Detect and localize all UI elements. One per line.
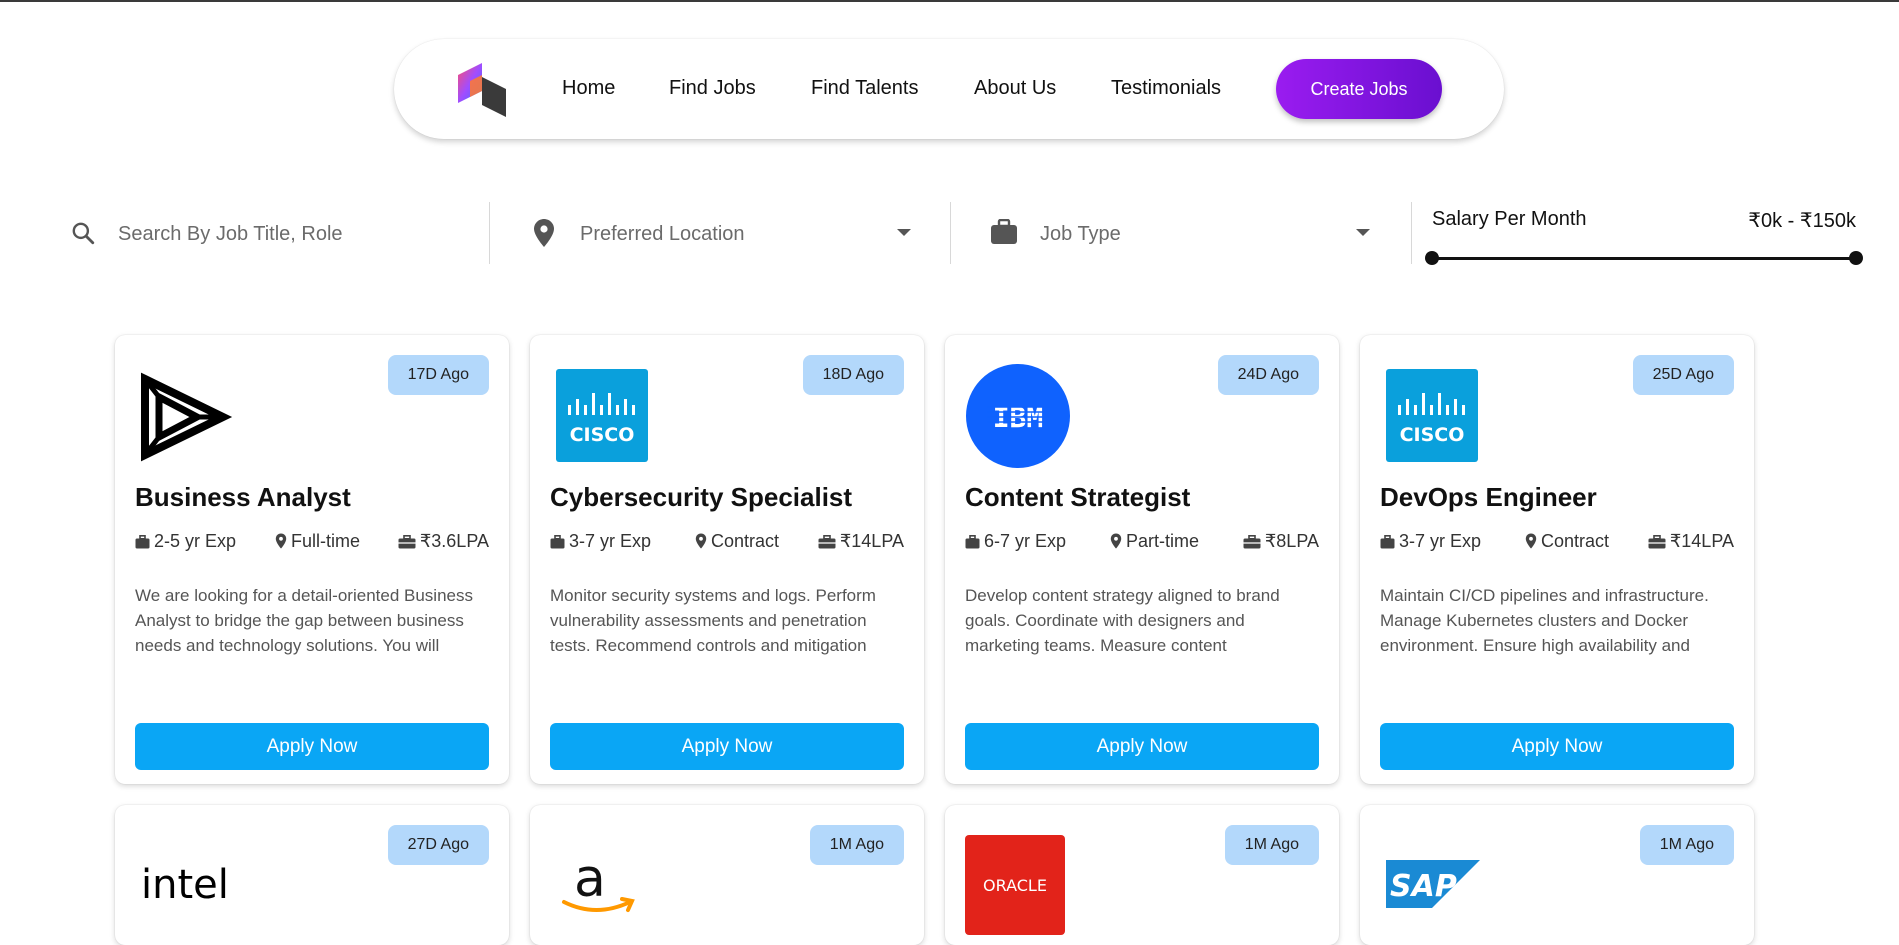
- job-card: 24D Ago IBM Content Strategist 6-7 yr Ex…: [945, 335, 1339, 784]
- job-card: 1M Ago ORACLE: [945, 805, 1339, 945]
- location-pin-icon: [1525, 533, 1537, 549]
- job-description: Maintain CI/CD pipelines and infrastruct…: [1380, 586, 1709, 663]
- nav-link-find-jobs[interactable]: Find Jobs: [669, 77, 756, 100]
- svg-text:CISCO: CISCO: [1400, 424, 1465, 446]
- posted-badge: 18D Ago: [802, 355, 904, 395]
- location-input[interactable]: [578, 218, 902, 250]
- apply-now-button[interactable]: Apply Now: [550, 723, 904, 770]
- briefcase-icon: [1380, 535, 1395, 549]
- job-meta: 3-7 yr Exp Contract ₹14LPA: [1380, 531, 1734, 555]
- posted-badge: 1M Ago: [809, 825, 904, 865]
- job-meta: 2-5 yr Exp Full-time ₹3.6LPA: [135, 531, 489, 555]
- oracle-logo-icon: ORACLE: [965, 835, 1065, 935]
- experience-meta: 3-7 yr Exp: [550, 531, 651, 552]
- cisco-logo-icon: CISCO: [556, 369, 648, 462]
- sap-logo-icon: SAP: [1386, 860, 1480, 908]
- experience-meta: 2-5 yr Exp: [135, 531, 236, 552]
- location-pin-icon: [534, 219, 554, 247]
- salary-slider-max-thumb[interactable]: [1849, 251, 1863, 265]
- job-type-meta: Part-time: [1110, 531, 1199, 552]
- posted-badge: 1M Ago: [1224, 825, 1319, 865]
- apply-now-button[interactable]: Apply Now: [135, 723, 489, 770]
- svg-text:SAP: SAP: [1390, 869, 1457, 904]
- salary-label: Salary Per Month: [1432, 208, 1587, 230]
- intel-logo-icon: intel: [141, 862, 229, 908]
- salary-slider-track[interactable]: [1432, 257, 1856, 260]
- posted-badge: 17D Ago: [387, 355, 489, 395]
- nav-link-find-talents[interactable]: Find Talents: [811, 77, 918, 100]
- posted-badge: 1M Ago: [1639, 825, 1734, 865]
- job-card: 27D Ago intel: [115, 805, 509, 945]
- salary-briefcase-icon: [818, 535, 836, 549]
- amazon-logo-icon: a: [562, 850, 635, 912]
- salary-range-value: ₹0k - ₹150k: [1748, 210, 1856, 232]
- briefcase-icon: [135, 535, 150, 549]
- salary-meta: ₹14LPA: [1648, 531, 1734, 552]
- job-title[interactable]: Business Analyst: [135, 482, 351, 513]
- salary-meta: ₹8LPA: [1243, 531, 1319, 552]
- location-pin-icon: [695, 533, 707, 549]
- cisco-logo-icon: CISCO: [1386, 369, 1478, 462]
- brand-logo[interactable]: [456, 61, 508, 119]
- experience-meta: 6-7 yr Exp: [965, 531, 1066, 552]
- filter-divider: [489, 202, 490, 264]
- triangle-logo-icon: [141, 372, 233, 462]
- chevron-down-icon[interactable]: [1356, 229, 1370, 236]
- apply-now-button[interactable]: Apply Now: [965, 723, 1319, 770]
- posted-badge: 24D Ago: [1217, 355, 1319, 395]
- job-card: 1M Ago a: [530, 805, 924, 945]
- posted-badge: 25D Ago: [1632, 355, 1734, 395]
- job-title[interactable]: Content Strategist: [965, 482, 1190, 513]
- job-description: We are looking for a detail-oriented Bus…: [135, 586, 473, 663]
- job-title[interactable]: DevOps Engineer: [1380, 482, 1597, 513]
- svg-text:ORACLE: ORACLE: [983, 876, 1047, 895]
- nav-link-about-us[interactable]: About Us: [974, 77, 1056, 100]
- location-pin-icon: [275, 533, 287, 549]
- job-meta: 3-7 yr Exp Contract ₹14LPA: [550, 531, 904, 555]
- job-type-meta: Contract: [1525, 531, 1609, 552]
- salary-briefcase-icon: [1243, 535, 1261, 549]
- job-card: 18D Ago CISCO Cybersecurity Specialist 3…: [530, 335, 924, 784]
- salary-meta: ₹14LPA: [818, 531, 904, 552]
- location-pin-icon: [1110, 533, 1122, 549]
- job-title[interactable]: Cybersecurity Specialist: [550, 482, 852, 513]
- job-type-input[interactable]: [1038, 218, 1362, 250]
- search-icon: [72, 222, 95, 245]
- chevron-down-icon[interactable]: [897, 229, 911, 236]
- job-meta: 6-7 yr Exp Part-time ₹8LPA: [965, 531, 1319, 555]
- briefcase-icon: [991, 219, 1017, 244]
- job-type-filter[interactable]: [990, 200, 1400, 266]
- ibm-logo-icon: IBM: [966, 364, 1070, 468]
- experience-meta: 3-7 yr Exp: [1380, 531, 1481, 552]
- job-type-meta: Contract: [695, 531, 779, 552]
- nav-link-testimonials[interactable]: Testimonials: [1111, 77, 1221, 100]
- location-filter[interactable]: [530, 200, 950, 266]
- salary-slider-min-thumb[interactable]: [1425, 251, 1439, 265]
- job-description: Develop content strategy aligned to bran…: [965, 586, 1280, 663]
- create-jobs-button[interactable]: Create Jobs: [1276, 59, 1442, 119]
- svg-text:a: a: [574, 850, 606, 909]
- salary-briefcase-icon: [398, 535, 416, 549]
- posted-badge: 27D Ago: [387, 825, 489, 865]
- search-input[interactable]: [116, 218, 480, 250]
- briefcase-icon: [550, 535, 565, 549]
- job-card: 17D Ago Business Analyst 2-5 yr Exp Full…: [115, 335, 509, 784]
- job-card: 1M Ago SAP: [1360, 805, 1754, 945]
- nav-link-home[interactable]: Home: [562, 77, 615, 100]
- top-navbar: Home Find Jobs Find Talents About Us Tes…: [394, 39, 1504, 139]
- job-description: Monitor security systems and logs. Perfo…: [550, 586, 876, 663]
- salary-briefcase-icon: [1648, 535, 1666, 549]
- job-card: 25D Ago CISCO DevOps Engineer 3-7 yr Exp…: [1360, 335, 1754, 784]
- search-filter: [68, 200, 488, 266]
- svg-text:CISCO: CISCO: [570, 424, 635, 446]
- briefcase-icon: [965, 535, 980, 549]
- svg-text:intel: intel: [141, 862, 229, 908]
- salary-filter: Salary Per Month ₹0k - ₹150k: [1412, 200, 1863, 266]
- job-type-meta: Full-time: [275, 531, 360, 552]
- filter-divider: [950, 202, 951, 264]
- salary-meta: ₹3.6LPA: [398, 531, 489, 552]
- apply-now-button[interactable]: Apply Now: [1380, 723, 1734, 770]
